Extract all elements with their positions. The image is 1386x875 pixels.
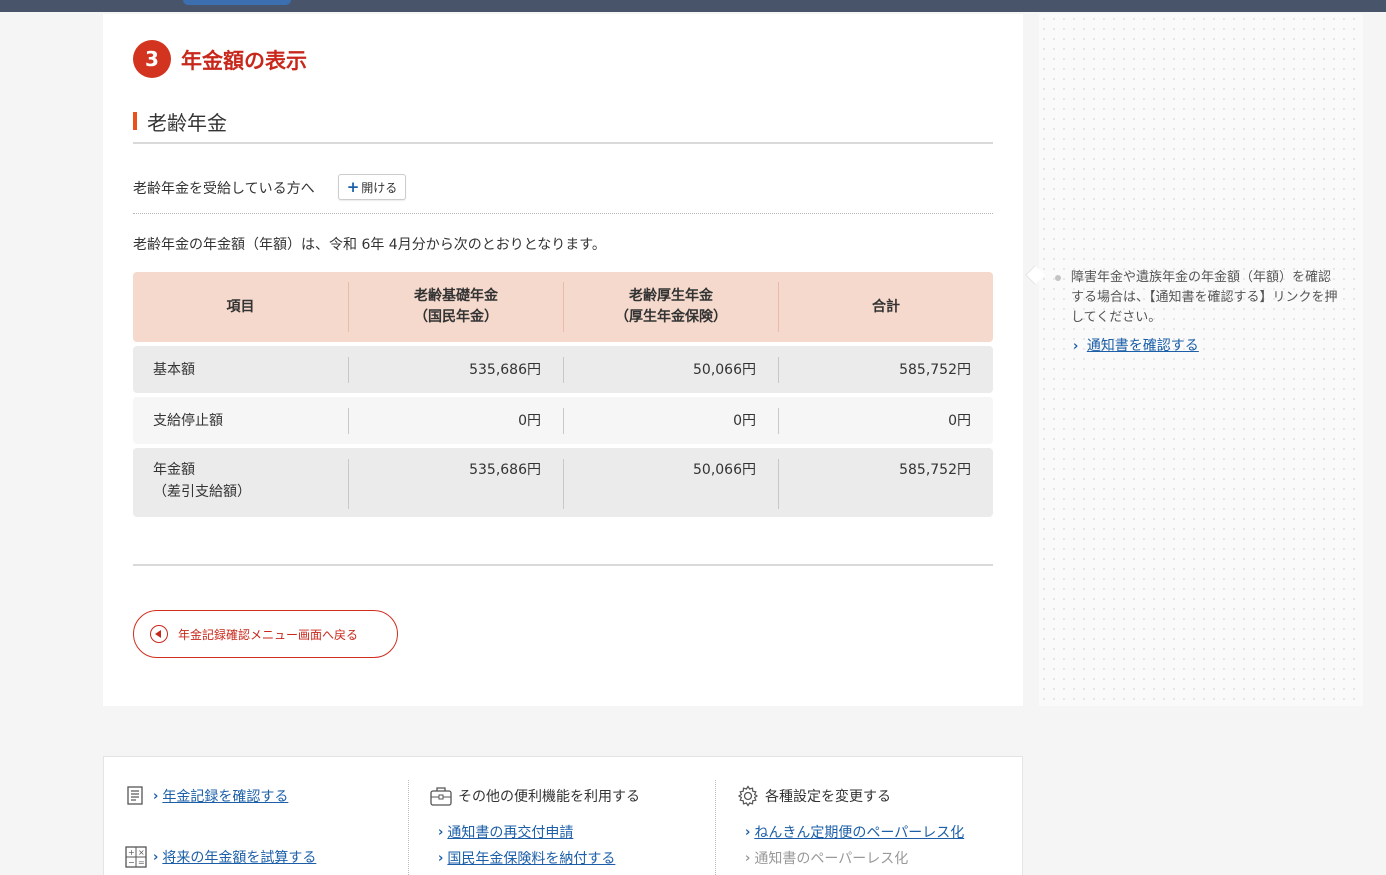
footer-column-divider: [715, 780, 716, 875]
svg-text:×: ×: [138, 848, 145, 857]
step-title: 年金額の表示: [181, 49, 307, 73]
header-cell-basic-pension: 老齢基礎年金 （国民年金）: [348, 282, 563, 332]
footer-column-divider: [408, 780, 409, 875]
footer-heading-label: その他の便利機能を利用する: [458, 789, 640, 805]
row-label: 年金額 （差引支給額）: [133, 459, 348, 503]
header-text: 合計: [872, 298, 900, 315]
section-accent-bar: [133, 112, 137, 130]
chevron-right-icon: ›: [438, 850, 444, 866]
footer-link-label: 将来の年金額を試算する: [162, 850, 317, 866]
back-arrow-icon: [150, 625, 168, 643]
active-nav-tab[interactable]: [183, 0, 291, 5]
row-value-employee: 0円: [563, 407, 778, 434]
footer-link-label: 通知書の再交付申請: [447, 825, 574, 841]
footer-heading-other-features: その他の便利機能を利用する: [430, 785, 640, 807]
view-notice-link-label: 通知書を確認する: [1086, 338, 1199, 354]
footer-link-reissue-notice[interactable]: › 通知書の再交付申請: [438, 822, 573, 842]
footer-link-label: ねんきん定期便のペーパーレス化: [754, 825, 965, 841]
header-text: 老齢厚生年金: [629, 288, 713, 304]
row-value-employee: 50,066円: [563, 356, 778, 383]
open-button-label: 開ける: [361, 180, 398, 195]
pension-description: 老齢年金の年金額（年額）は、令和 6年 4月分から次のとおりとなります。: [133, 237, 606, 253]
chevron-right-icon: ›: [1073, 339, 1079, 354]
chevron-right-icon: ›: [745, 824, 751, 840]
content-divider: [133, 564, 993, 566]
footer-link-label: 国民年金保険料を納付する: [447, 851, 616, 867]
chevron-right-icon: ›: [153, 849, 159, 865]
chevron-right-icon: ›: [153, 788, 159, 804]
recipient-text: 老齢年金を受給している方へ: [133, 181, 315, 197]
footer-link-label: 年金記録を確認する: [162, 789, 289, 805]
document-list-icon: [127, 786, 143, 805]
row-label: 基本額: [153, 361, 195, 378]
header-cell-item: 項目: [133, 282, 348, 332]
header-text: 老齢基礎年金: [414, 288, 498, 304]
header-cell-employee-pension: 老齢厚生年金 （厚生年金保険）: [563, 282, 778, 332]
chevron-right-icon: ›: [745, 850, 751, 866]
bullet-icon: [1055, 275, 1061, 281]
svg-text:−: −: [128, 858, 135, 867]
row-value-total: 0円: [778, 407, 993, 434]
footer-link-pay-premium[interactable]: › 国民年金保険料を納付する: [438, 848, 615, 868]
side-note-text: 障害年金や遺族年金の年金額（年額）を確認する場合は、【通知書を確認する】リンクを…: [1071, 270, 1338, 325]
table-header: 項目 老齢基礎年金 （国民年金） 老齢厚生年金 （厚生年金保険） 合計: [133, 272, 993, 342]
table-row: 支給停止額 0円 0円 0円: [133, 397, 993, 444]
row-value-total: 585,752円: [778, 459, 993, 509]
row-value-basic: 535,686円: [348, 356, 563, 383]
step-number-badge: 3: [133, 40, 171, 78]
footer-heading-settings: 各種設定を変更する: [737, 785, 891, 807]
row-value-total: 585,752円: [778, 356, 993, 383]
section-divider: [133, 142, 993, 144]
back-button-label: 年金記録確認メニュー画面へ戻る: [178, 627, 359, 642]
row-label-line1: 年金額: [153, 462, 195, 478]
top-navbar: [0, 0, 1386, 12]
row-value-basic: 535,686円: [348, 459, 563, 509]
table-row: 年金額 （差引支給額） 535,686円 50,066円 585,752円: [133, 448, 993, 517]
header-text: 項目: [226, 298, 255, 315]
footer-item-label: 通知書のペーパーレス化: [754, 851, 909, 867]
header-cell-total: 合計: [778, 282, 993, 332]
svg-text:+: +: [128, 848, 135, 857]
side-panel: [1039, 14, 1363, 706]
table-row: 基本額 535,686円 50,066円 585,752円: [133, 346, 993, 393]
footer-link-check-records[interactable]: › 年金記録を確認する: [125, 785, 288, 807]
view-notice-link[interactable]: › 通知書を確認する: [1073, 335, 1199, 355]
row-label: 支給停止額: [153, 412, 223, 429]
section-title: 老齢年金: [147, 111, 227, 135]
chevron-right-icon: ›: [438, 824, 444, 840]
svg-text:=: =: [138, 858, 145, 867]
plus-icon: +: [346, 178, 360, 196]
toolbox-icon: [430, 787, 452, 806]
header-subtext: （厚生年金保険）: [615, 309, 727, 325]
row-value-employee: 50,066円: [563, 459, 778, 509]
calculator-icon: + × − =: [125, 846, 147, 868]
footer-link-estimate-pension[interactable]: + × − = › 将来の年金額を試算する: [125, 846, 316, 868]
open-button[interactable]: + 開ける: [338, 174, 406, 200]
dotted-divider: [133, 213, 993, 214]
footer-link-paperless-teikibin[interactable]: › ねんきん定期便のペーパーレス化: [745, 822, 964, 842]
row-label-line2: （差引支給額）: [153, 484, 251, 500]
back-to-menu-button[interactable]: 年金記録確認メニュー画面へ戻る: [133, 610, 398, 658]
footer-item-paperless-notice: › 通知書のペーパーレス化: [745, 848, 908, 868]
header-subtext: （国民年金）: [414, 309, 498, 325]
row-value-basic: 0円: [348, 407, 563, 434]
gear-icon: [737, 785, 759, 807]
footer-heading-label: 各種設定を変更する: [765, 789, 891, 805]
